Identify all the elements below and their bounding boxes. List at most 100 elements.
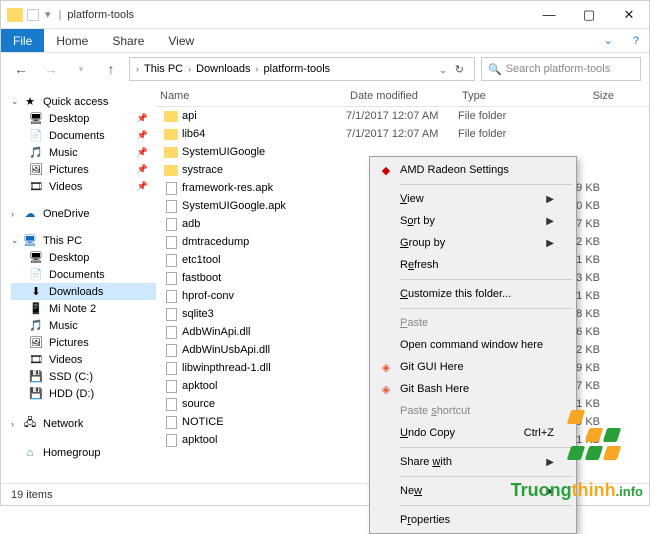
file-icon	[166, 416, 177, 429]
file-icon	[166, 290, 177, 303]
app-icon	[27, 9, 39, 21]
col-name[interactable]: Name	[156, 90, 346, 102]
homegroup-icon: ⌂	[21, 447, 39, 459]
tab-file[interactable]: File	[1, 29, 44, 52]
chevron-right-icon: ▶	[546, 238, 554, 249]
menu-item: Paste shortcut	[372, 400, 574, 422]
breadcrumb-segment[interactable]: platform-tools	[261, 63, 334, 75]
chevron-down-icon[interactable]: ▾	[45, 8, 51, 21]
help-icon[interactable]: ?	[623, 29, 649, 52]
menu-item[interactable]: Refresh	[372, 254, 574, 276]
cloud-icon: ☁	[21, 207, 39, 220]
sidebar: ⌄★Quick access 🖥Desktop📌📄Documents📌🎵Musi…	[1, 85, 156, 483]
sidebar-item[interactable]: 🎵Music	[11, 317, 156, 334]
pc-icon: 🖥	[21, 234, 39, 247]
window-title: platform-tools	[67, 9, 134, 21]
nav-back-button[interactable]: ←	[9, 57, 33, 81]
close-button[interactable]: ✕	[609, 1, 649, 29]
file-icon	[166, 236, 177, 249]
sidebar-item[interactable]: 🖼Pictures	[11, 334, 156, 351]
sidebar-item[interactable]: 🖼Pictures📌	[11, 161, 156, 178]
address-field[interactable]: › This PC › Downloads › platform-tools ⌄…	[129, 57, 475, 81]
menu-item: Paste	[372, 312, 574, 334]
item-icon: 🖥	[27, 251, 45, 264]
ribbon: File Home Share View ⌄ ?	[1, 29, 649, 53]
menu-item[interactable]: View▶	[372, 188, 574, 210]
menu-item[interactable]: Share with▶	[372, 451, 574, 473]
file-icon	[166, 200, 177, 213]
menu-item[interactable]: ◈Git GUI Here	[372, 356, 574, 378]
menu-item[interactable]: Undo CopyCtrl+Z	[372, 422, 574, 444]
sidebar-item[interactable]: 🎞Videos📌	[11, 178, 156, 195]
nav-recent-button[interactable]: ▾	[69, 57, 93, 81]
file-icon	[166, 362, 177, 375]
tab-share[interactable]: Share	[100, 29, 156, 52]
maximize-button[interactable]: ▢	[569, 1, 609, 29]
sidebar-item[interactable]: 🖥Desktop	[11, 249, 156, 266]
context-menu: ◆AMD Radeon Settings View▶Sort by▶Group b…	[369, 156, 577, 534]
item-icon: 🎞	[27, 353, 45, 366]
folder-icon	[164, 147, 178, 158]
network-icon: 🖧	[21, 414, 39, 433]
item-icon: 📱	[27, 302, 45, 315]
menu-item[interactable]: Group by▶	[372, 232, 574, 254]
chevron-right-icon: ▶	[546, 216, 554, 227]
col-date[interactable]: Date modified	[346, 90, 458, 102]
file-icon	[166, 344, 177, 357]
menu-item[interactable]: Customize this folder...	[372, 283, 574, 305]
nav-up-button[interactable]: ↑	[99, 57, 123, 81]
sidebar-network[interactable]: ›🖧Network	[11, 412, 156, 435]
sidebar-onedrive[interactable]: ›☁OneDrive	[11, 205, 156, 222]
folder-icon	[164, 165, 178, 176]
item-icon: 🖼	[27, 336, 45, 349]
chevron-right-icon: ▶	[546, 457, 554, 468]
star-icon: ★	[21, 95, 39, 108]
file-row[interactable]: lib647/1/2017 12:07 AMFile folder	[156, 125, 649, 143]
sidebar-item[interactable]: 📄Documents	[11, 266, 156, 283]
file-icon	[166, 182, 177, 195]
address-bar: ← → ▾ ↑ › This PC › Downloads › platform…	[1, 53, 649, 85]
menu-item[interactable]: ◈Git Bash Here	[372, 378, 574, 400]
sidebar-item[interactable]: 📄Documents📌	[11, 127, 156, 144]
sidebar-item[interactable]: 🎵Music📌	[11, 144, 156, 161]
minimize-button[interactable]: —	[529, 1, 569, 29]
file-icon	[166, 254, 177, 267]
tab-home[interactable]: Home	[44, 29, 100, 52]
col-type[interactable]: Type	[458, 90, 538, 102]
menu-item[interactable]: Properties	[372, 509, 574, 531]
sidebar-item[interactable]: ⬇Downloads	[11, 283, 156, 300]
sidebar-item[interactable]: 🎞Videos	[11, 351, 156, 368]
item-icon: 💾	[27, 387, 45, 400]
item-icon: 📄	[27, 129, 45, 142]
sidebar-this-pc[interactable]: ⌄🖥This PC	[11, 232, 156, 249]
watermark-text: Truongthinh.info	[511, 480, 643, 501]
sidebar-quick-access[interactable]: ⌄★Quick access	[11, 93, 156, 110]
item-count: 19 items	[11, 489, 53, 501]
search-icon: 🔍	[488, 63, 502, 76]
menu-item[interactable]: ◆AMD Radeon Settings	[372, 159, 574, 181]
file-icon	[166, 434, 177, 447]
menu-item[interactable]: Sort by▶	[372, 210, 574, 232]
tab-view[interactable]: View	[156, 29, 206, 52]
ribbon-expand-icon[interactable]: ⌄	[594, 29, 623, 52]
breadcrumb-segment[interactable]: This PC	[141, 63, 186, 75]
item-icon: 🎵	[27, 146, 45, 159]
file-row[interactable]: api7/1/2017 12:07 AMFile folder	[156, 107, 649, 125]
search-input[interactable]: 🔍 Search platform-tools	[481, 57, 641, 81]
sidebar-item[interactable]: 🖥Desktop📌	[11, 110, 156, 127]
nav-forward-button[interactable]: →	[39, 57, 63, 81]
sidebar-item[interactable]: 💾SSD (C:)	[11, 368, 156, 385]
file-icon	[166, 218, 177, 231]
menu-item[interactable]: Open command window here	[372, 334, 574, 356]
watermark-logo	[569, 410, 619, 460]
col-size[interactable]: Size	[538, 90, 618, 102]
item-icon: 📄	[27, 268, 45, 281]
item-icon: 🎵	[27, 319, 45, 332]
breadcrumb-segment[interactable]: Downloads	[193, 63, 253, 75]
amd-icon: ◆	[378, 164, 394, 177]
git-icon: ◈	[378, 361, 394, 374]
file-icon	[166, 308, 177, 321]
sidebar-item[interactable]: 💾HDD (D:)	[11, 385, 156, 402]
sidebar-homegroup[interactable]: ⌂Homegroup	[11, 445, 156, 461]
sidebar-item[interactable]: 📱Mi Note 2	[11, 300, 156, 317]
